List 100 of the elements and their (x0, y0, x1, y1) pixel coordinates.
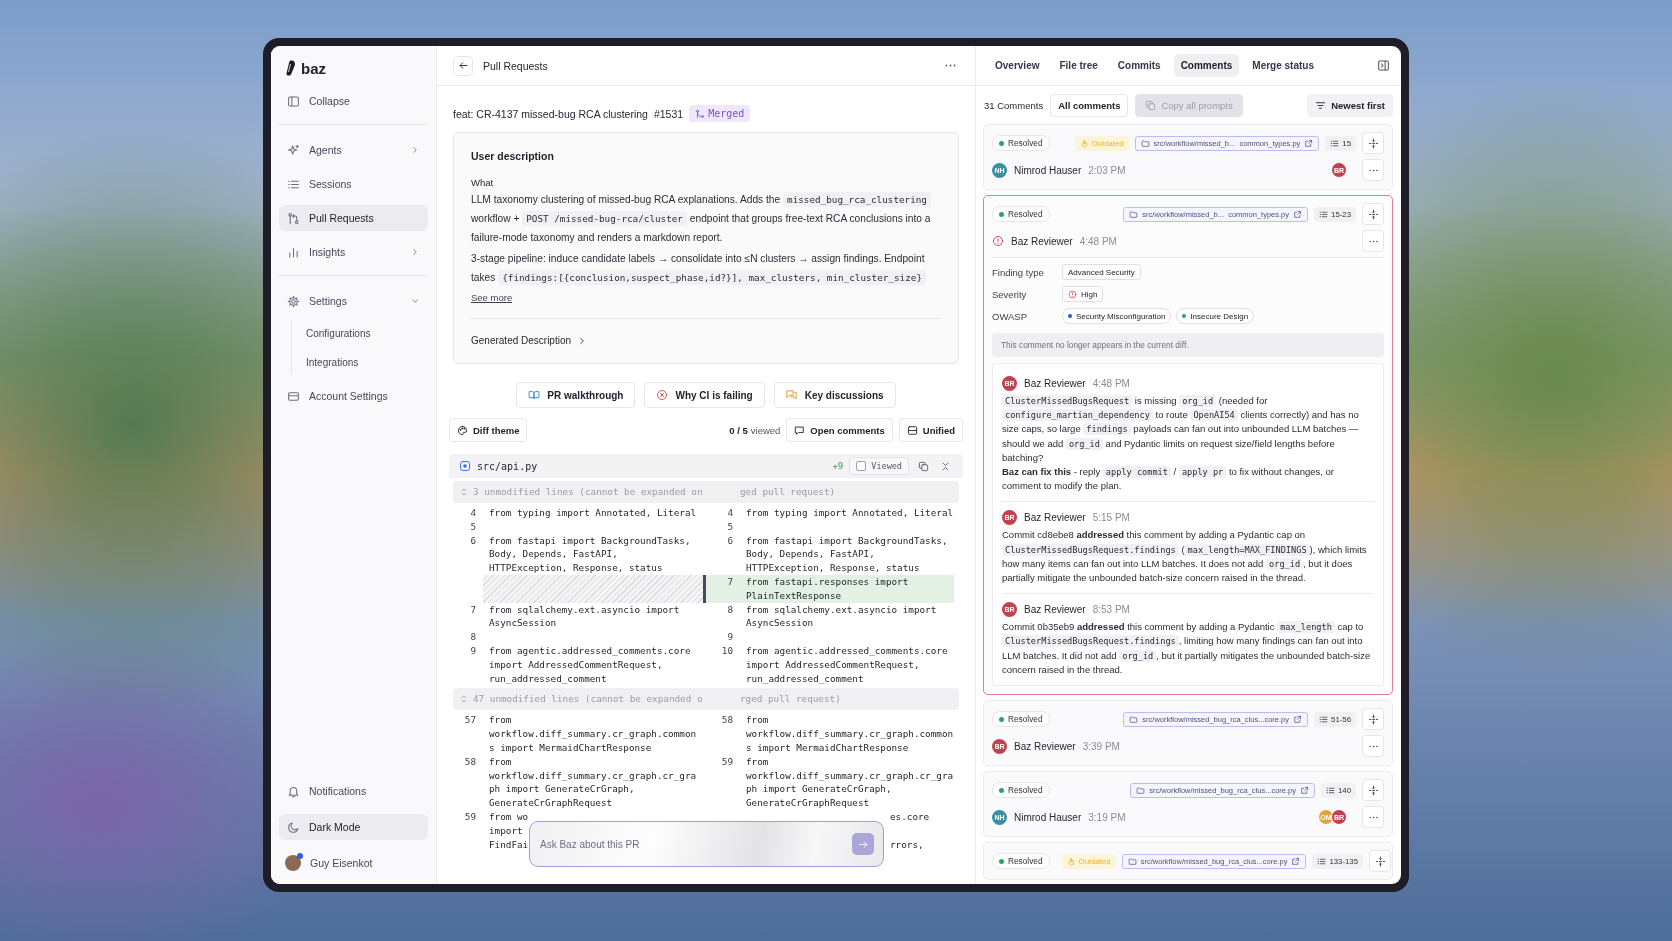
back-button[interactable] (453, 55, 473, 76)
comment-time: 2:03 PM (1088, 164, 1126, 176)
unified-view-icon (906, 424, 918, 436)
resolved-pill: Resolved (992, 711, 1050, 728)
banner-text: 3 unmodified lines (cannot be expanded on (473, 485, 704, 499)
tab[interactable]: Commits (1110, 54, 1168, 77)
action-button[interactable]: Key discussions (773, 382, 896, 408)
nav-item[interactable]: Dark Mode (279, 814, 428, 840)
description-subheading: What (471, 177, 495, 188)
comment-time: 3:19 PM (1088, 811, 1126, 823)
book-icon (528, 389, 541, 401)
code-line: from typing import Annotated, Literal (745, 506, 955, 520)
tab[interactable]: Merge status (1245, 54, 1321, 77)
bell-icon (287, 784, 300, 798)
line-number: 4 (469, 506, 477, 520)
author-name: Baz Reviewer (1024, 603, 1086, 615)
expand-button[interactable] (1362, 203, 1384, 225)
pr-title: feat: CR-4137 missed-bug RCA clustering (453, 107, 648, 120)
back-arrow-icon (457, 60, 469, 71)
sort-button[interactable]: Newest first (1307, 93, 1393, 117)
viewed-checkbox[interactable]: Viewed (849, 457, 909, 475)
generated-description-toggle[interactable]: Generated Description (471, 335, 588, 346)
open-comments-button[interactable]: Open comments (786, 418, 893, 442)
sidebar-icon (287, 94, 300, 108)
nav-item[interactable]: Agents (279, 137, 428, 163)
collapse-button[interactable]: Collapse (279, 88, 428, 114)
nav-subitem[interactable]: Configurations (292, 320, 428, 346)
resolved-pill: Resolved (992, 135, 1050, 151)
tab[interactable]: File tree (1052, 54, 1105, 77)
line-number: 59 (463, 809, 477, 824)
nav-item[interactable]: Account Settings (279, 383, 428, 409)
ask-field[interactable]: Ask Baz about this PR (529, 821, 884, 867)
filter-button[interactable]: All comments (1050, 93, 1129, 117)
expand-button[interactable] (1369, 850, 1392, 873)
comment-time: 8:53 PM (1092, 603, 1130, 615)
arrows-icon (1367, 713, 1379, 725)
lines-icon (1317, 856, 1327, 866)
banner-text: rged pull request) (739, 692, 842, 707)
lines-icon (1319, 209, 1329, 219)
sparkle-icon (287, 143, 300, 157)
nav-item[interactable]: Insights (279, 239, 428, 265)
see-more-link[interactable]: See more (471, 292, 513, 303)
line-number: 58 (720, 713, 734, 728)
line-number: 6 (469, 533, 477, 548)
alert-icon (992, 235, 1004, 247)
hand-icon (1079, 138, 1089, 148)
expand-button[interactable] (1362, 708, 1384, 731)
checkbox[interactable] (856, 461, 867, 471)
code-line: es.core rrors, (890, 809, 930, 852)
banner-text: 47 unmodified lines (cannot be expanded o (473, 692, 704, 707)
tab[interactable]: Comments (1173, 54, 1240, 77)
expand-button[interactable] (1362, 779, 1384, 802)
comment-card[interactable] (983, 195, 1393, 696)
tab[interactable]: Overview (988, 54, 1047, 77)
folder-icon (1129, 209, 1139, 219)
arrow-right-icon (857, 838, 869, 850)
action-button[interactable]: Why CI is failing (644, 382, 765, 408)
resolved-pill: Resolved (992, 782, 1050, 799)
line-number: 8 (726, 602, 734, 617)
external-link-icon (1293, 714, 1303, 724)
external-link-icon (1293, 209, 1303, 219)
view-mode-button[interactable]: Unified (898, 418, 963, 442)
line-number: 7 (706, 575, 740, 603)
hand-icon (1066, 856, 1076, 866)
reply-text: Commit cd8ebe8 addressed this comment by adding a Pydantic cap on ClusterMissedBugsRequest.findings ( max_length=MAX_FINDINGS ), which limits how many items can fan out into LLM batches. It does not add org_id , but it does partially mitigate the unbounded batch-size concern raised in the thread. (1002, 528, 1368, 586)
comment-time: 4:48 PM (1079, 235, 1117, 247)
folder-icon (1127, 856, 1137, 866)
sort-icon (1315, 99, 1327, 111)
reply-text: Baz can fix this - reply apply commit / apply pr to fix without changes, or comment to modify the plan. (1002, 465, 1335, 494)
nav-item[interactable]: Pull Requests (279, 205, 428, 231)
finding-type-tag: Advanced Security (1062, 264, 1141, 280)
external-link-icon (1300, 785, 1309, 795)
action-button[interactable]: PR walkthrough (516, 382, 636, 408)
additions-count: +9 (832, 461, 844, 471)
line-number: 5 (469, 519, 477, 534)
logo-icon (285, 60, 297, 76)
line-number: 59 (720, 754, 734, 769)
line-number: 9 (469, 643, 477, 658)
nav-subitem[interactable]: Integrations (292, 349, 428, 375)
line-number: 57 (463, 713, 477, 728)
nav-item[interactable]: Notifications (279, 778, 428, 804)
reply-text: ClusterMissedBugsRequest is missing org_id (needed for configure_martian_dependency to route OpenAI54 clients correctly) and has no size caps, so large findings payloads can fan out into unbounded LLM batches — should we add org_id and Pydantic limits on request size/field lengths before batching? (1002, 394, 1360, 465)
nav-item[interactable]: Settings (279, 288, 428, 314)
panel-toggle-button[interactable] (1375, 57, 1391, 74)
comment-time: 4:48 PM (1092, 377, 1130, 389)
user-avatar[interactable] (285, 855, 301, 871)
settings-icon (287, 294, 300, 308)
nav-item[interactable]: Sessions (279, 171, 428, 197)
comments-count: 31 Comments (984, 99, 1044, 111)
external-link-icon (1304, 138, 1314, 148)
expand-button[interactable] (1362, 132, 1384, 154)
banner-text: ged pull request) (739, 485, 837, 499)
diff-theme-button[interactable]: Diff theme (449, 418, 528, 442)
owasp-tag: Security Misconfiguration (1062, 308, 1172, 324)
copy-icon (1145, 99, 1157, 111)
panel-icon (1376, 59, 1390, 72)
merge-icon (695, 108, 706, 119)
arrows-icon (1367, 208, 1379, 220)
description-heading: User description (471, 150, 555, 162)
folder-icon (1136, 785, 1146, 795)
